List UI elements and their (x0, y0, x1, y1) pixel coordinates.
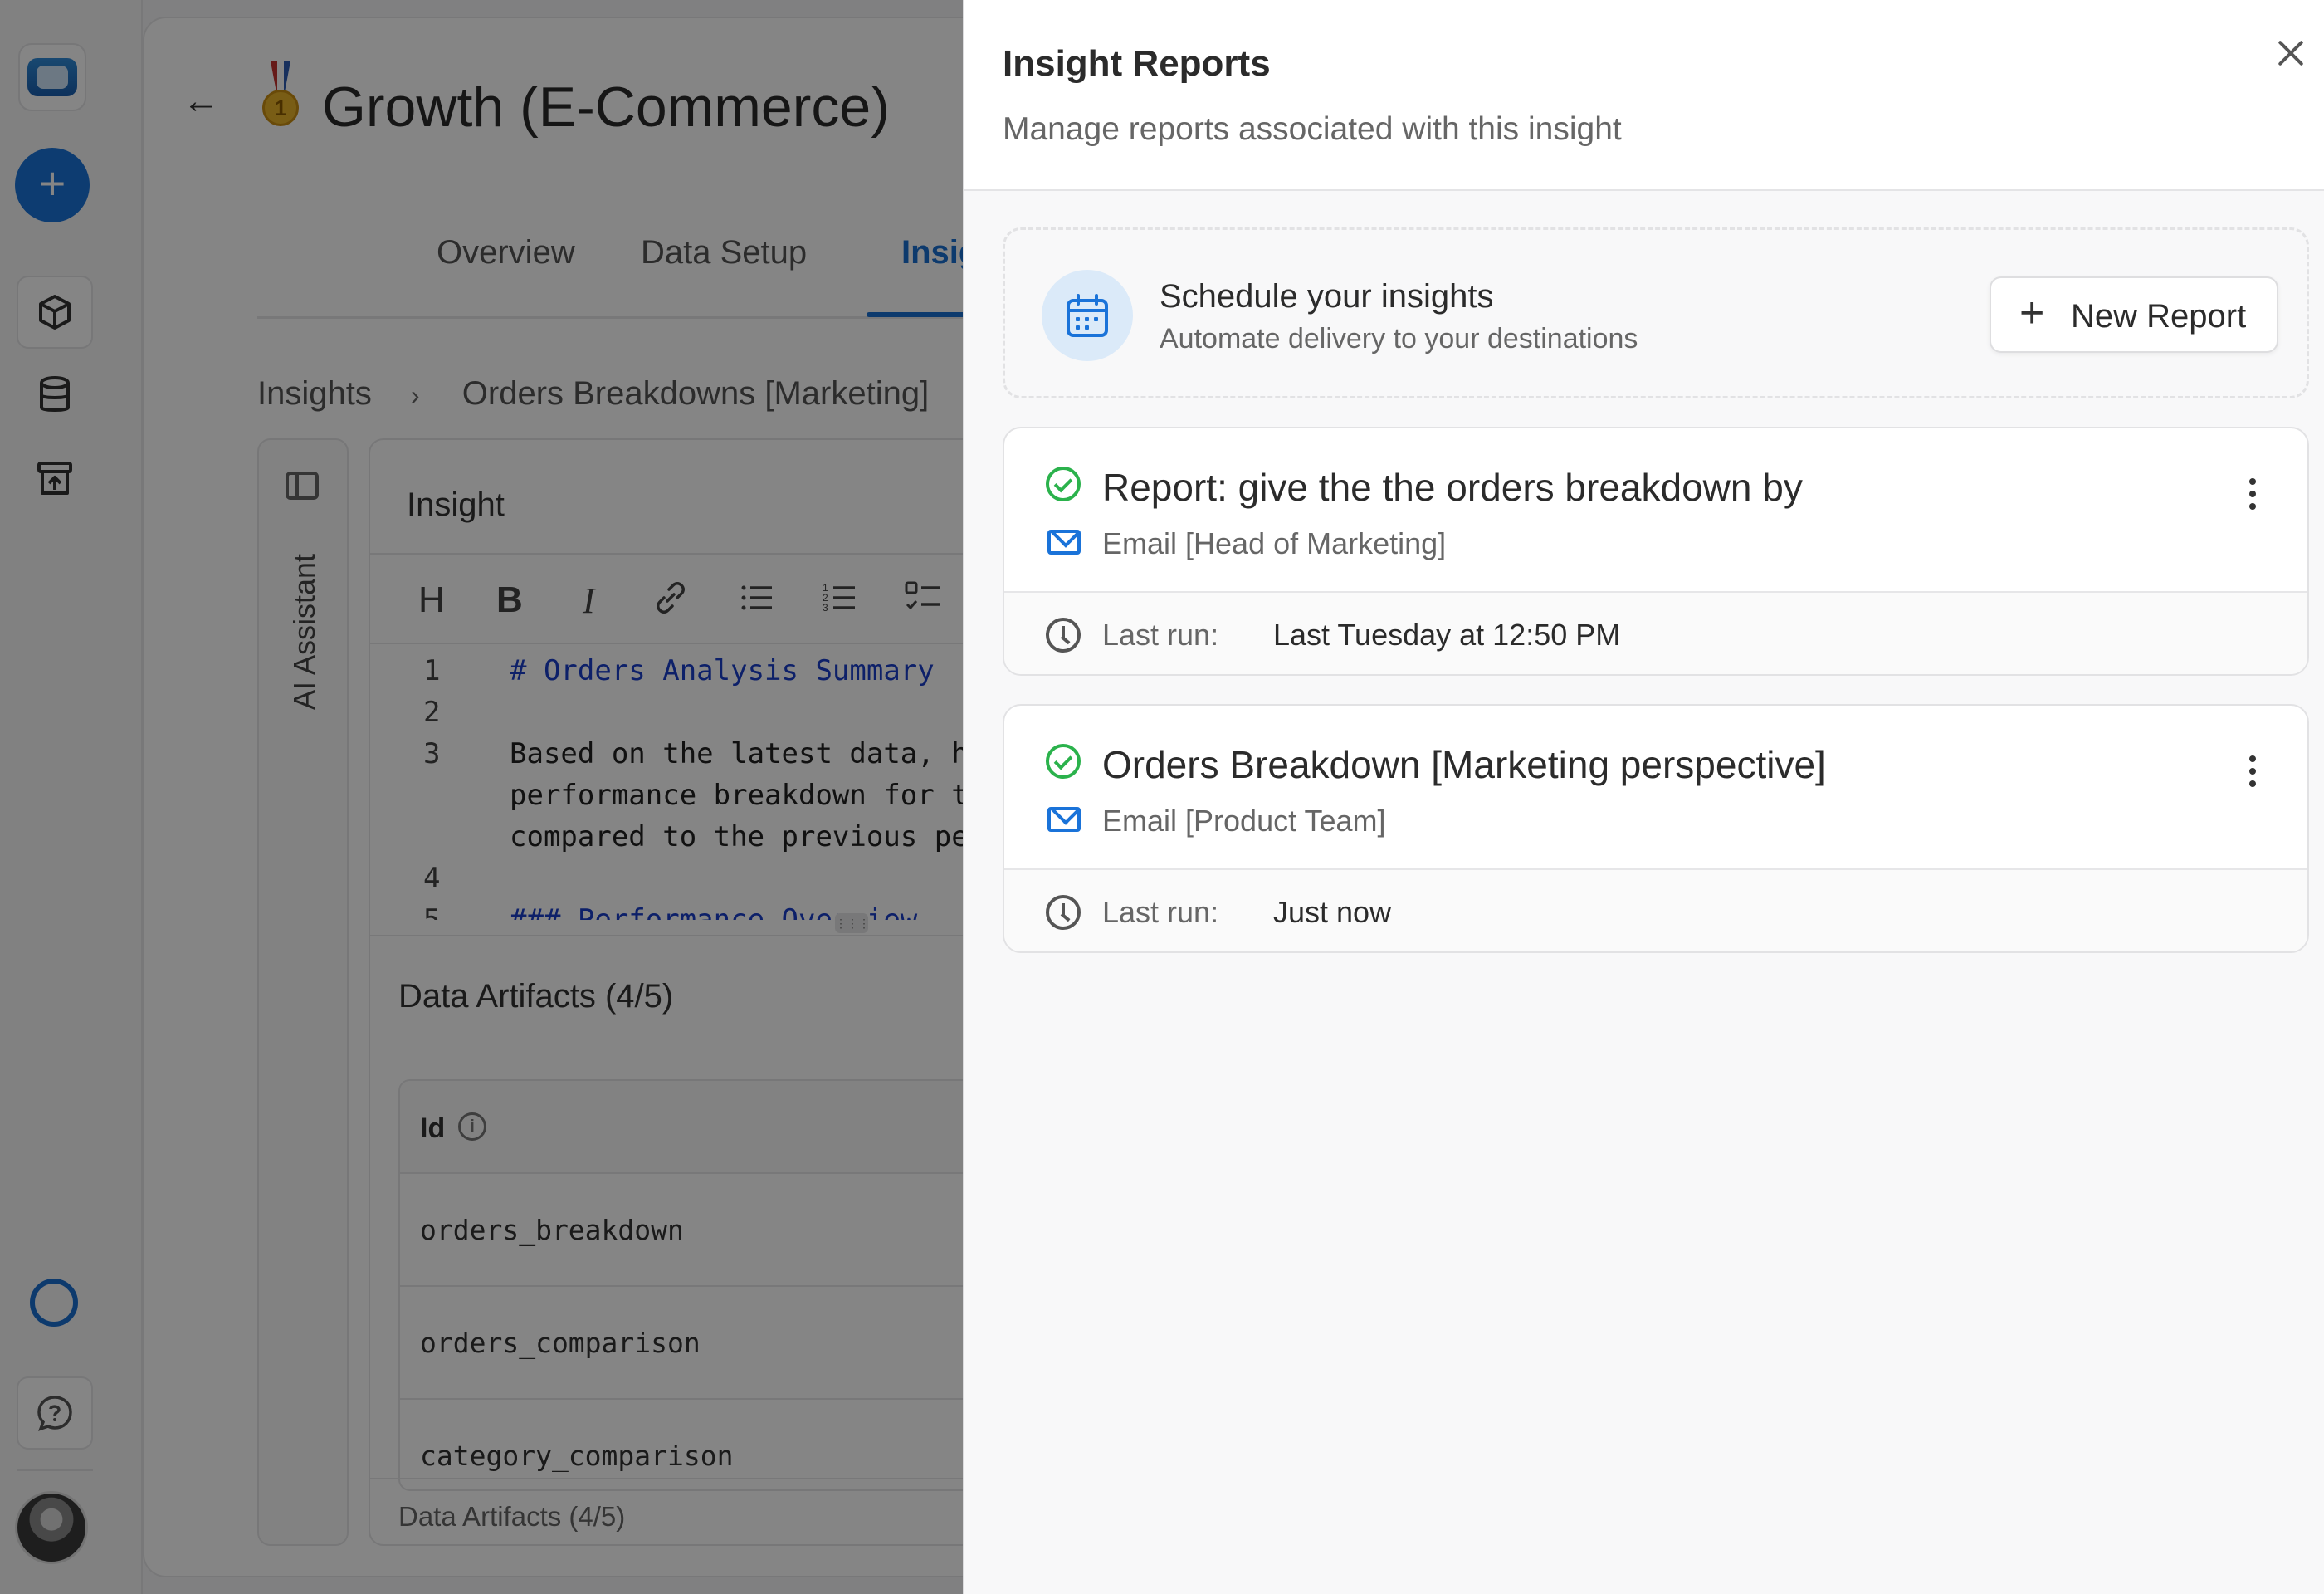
report-card[interactable]: Report: give the the orders breakdown by… (1003, 427, 2309, 676)
report-card[interactable]: Orders Breakdown [Marketing perspective]… (1003, 704, 2309, 953)
last-run-value: Just now (1273, 895, 1392, 929)
drawer-subtitle: Manage reports associated with this insi… (1003, 111, 1622, 147)
more-vertical-icon[interactable] (2244, 755, 2261, 797)
last-run-value: Last Tuesday at 12:50 PM (1273, 618, 1621, 652)
more-vertical-icon[interactable] (2244, 478, 2261, 520)
last-run-label: Last run: (1102, 618, 1219, 652)
mail-icon (1047, 530, 1081, 555)
check-circle-icon (1046, 467, 1081, 501)
calendar-icon (1042, 270, 1133, 361)
report-title: Report: give the the orders breakdown by (1102, 466, 1803, 509)
check-circle-icon (1046, 744, 1081, 779)
schedule-subtitle: Automate delivery to your destinations (1160, 323, 1638, 354)
report-title: Orders Breakdown [Marketing perspective] (1102, 743, 1826, 786)
close-icon[interactable] (2271, 33, 2312, 75)
clock-icon (1046, 895, 1081, 930)
plus-icon: + (2019, 289, 2045, 337)
report-footer: Last run: Last Tuesday at 12:50 PM (1004, 591, 2307, 674)
report-footer: Last run: Just now (1004, 868, 2307, 951)
report-destination: Email [Product Team] (1102, 804, 1386, 838)
drawer-title: Insight Reports (1003, 43, 1271, 84)
mail-icon (1047, 807, 1081, 832)
schedule-title: Schedule your insights (1160, 278, 1494, 315)
new-report-label: New Report (2071, 298, 2247, 335)
report-destination: Email [Head of Marketing] (1102, 526, 1447, 560)
modal-backdrop[interactable] (0, 0, 963, 1594)
drawer-header: Insight Reports Manage reports associate… (964, 0, 2324, 191)
insight-reports-drawer: Insight Reports Manage reports associate… (963, 0, 2324, 1594)
new-report-button[interactable]: + New Report (1990, 276, 2278, 353)
last-run-label: Last run: (1102, 895, 1219, 929)
clock-icon (1046, 618, 1081, 653)
schedule-banner: Schedule your insights Automate delivery… (1003, 227, 2309, 398)
